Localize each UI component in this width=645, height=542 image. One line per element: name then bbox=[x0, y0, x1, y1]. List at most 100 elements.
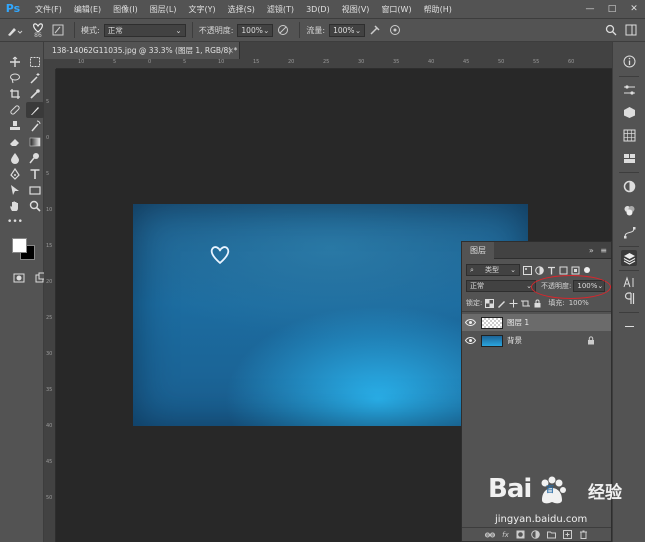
menu-layer[interactable]: 图层(L) bbox=[144, 4, 183, 15]
lock-position-button[interactable] bbox=[508, 298, 518, 308]
lock-transparency-button[interactable] bbox=[484, 298, 494, 308]
vertical-ruler: 5 0 5 10 15 20 25 30 35 40 45 50 bbox=[44, 69, 56, 542]
pressure-opacity-toggle[interactable] bbox=[276, 23, 290, 37]
panel-menu-button[interactable]: ≡ bbox=[600, 246, 607, 255]
mode-select[interactable]: 正常 ⌄ bbox=[103, 23, 186, 37]
filter-smart-object-button[interactable] bbox=[570, 265, 580, 275]
menu-file[interactable]: 文件(F) bbox=[29, 4, 68, 15]
filter-shape-button[interactable] bbox=[558, 265, 568, 275]
layer-name[interactable]: 背景 bbox=[507, 335, 522, 346]
styles-panel-button[interactable] bbox=[621, 202, 637, 218]
eraser-tool[interactable] bbox=[6, 134, 24, 150]
layer-row-background[interactable]: 背景 bbox=[462, 332, 611, 349]
close-button[interactable]: ✕ bbox=[623, 0, 645, 18]
maximize-button[interactable]: □ bbox=[601, 0, 623, 18]
blur-tool[interactable] bbox=[6, 150, 24, 166]
filter-pixel-button[interactable] bbox=[522, 265, 532, 275]
dodge-tool[interactable] bbox=[26, 150, 44, 166]
menu-type[interactable]: 文字(Y) bbox=[182, 4, 221, 15]
close-tab-button[interactable]: × bbox=[227, 42, 234, 59]
fill-value[interactable]: 100% bbox=[569, 299, 589, 307]
visibility-toggle[interactable] bbox=[462, 337, 478, 344]
brush-panel-toggle[interactable] bbox=[51, 23, 65, 37]
flow-value: 100% bbox=[333, 25, 355, 35]
visibility-toggle[interactable] bbox=[462, 319, 478, 326]
paragraph-panel-button[interactable] bbox=[621, 290, 637, 306]
airbrush-toggle[interactable] bbox=[368, 23, 382, 37]
filter-type-button[interactable] bbox=[546, 265, 556, 275]
history-brush-tool[interactable] bbox=[26, 118, 44, 134]
quick-selection-tool[interactable] bbox=[26, 70, 44, 86]
menu-select[interactable]: 选择(S) bbox=[222, 4, 261, 15]
blend-mode-select[interactable]: 正常 ⌄ bbox=[466, 280, 536, 292]
adjustments-panel-button[interactable] bbox=[621, 82, 637, 98]
gradient-tool[interactable] bbox=[26, 134, 44, 150]
menu-edit[interactable]: 编辑(E) bbox=[68, 4, 107, 15]
info-icon bbox=[623, 55, 635, 67]
eyedropper-icon bbox=[30, 89, 40, 99]
filter-toggle-button[interactable] bbox=[582, 265, 592, 275]
ruler-v-tick: 50 bbox=[46, 495, 53, 501]
crop-tool[interactable] bbox=[6, 86, 24, 102]
edit-toolbar-button[interactable]: ••• bbox=[6, 214, 24, 230]
menu-image[interactable]: 图像(I) bbox=[107, 4, 144, 15]
ruler-h-tick: 60 bbox=[568, 59, 575, 65]
brush-heart-icon bbox=[33, 22, 43, 33]
layer-row-layer1[interactable]: 图层 1 bbox=[462, 314, 611, 331]
zoom-tool[interactable] bbox=[26, 198, 44, 214]
menu-window[interactable]: 窗口(W) bbox=[375, 4, 417, 15]
quick-mask-button[interactable] bbox=[10, 270, 28, 286]
smart-object-icon bbox=[571, 266, 579, 274]
dock-bottom-button[interactable] bbox=[621, 318, 637, 334]
brush-tool[interactable] bbox=[26, 102, 44, 118]
flow-input[interactable]: 100% ⌄ bbox=[329, 23, 366, 37]
swatches-panel-button[interactable] bbox=[621, 127, 637, 143]
pen-tool[interactable] bbox=[6, 166, 24, 182]
libraries-panel-button[interactable] bbox=[621, 150, 637, 166]
document-tab[interactable]: 138-14062G11035.jpg @ 33.3% (图层 1, RGB/8… bbox=[44, 42, 240, 59]
menu-help[interactable]: 帮助(H) bbox=[418, 4, 458, 15]
move-tool[interactable] bbox=[6, 54, 24, 70]
marquee-tool[interactable] bbox=[26, 54, 44, 70]
type-tool[interactable] bbox=[26, 166, 44, 182]
lasso-tool[interactable] bbox=[6, 70, 24, 86]
foreground-color-swatch[interactable] bbox=[12, 238, 27, 253]
character-panel-button[interactable] bbox=[621, 274, 637, 290]
layer-filter-select[interactable]: ⌕ 类型 ⌄ bbox=[466, 264, 520, 276]
lock-all-button[interactable] bbox=[532, 298, 542, 308]
tool-preset-picker[interactable] bbox=[0, 20, 28, 40]
path-selection-tool[interactable] bbox=[6, 182, 24, 198]
arrow-pointer-icon bbox=[11, 185, 19, 195]
sliders-icon bbox=[623, 84, 635, 95]
color-panel-button[interactable] bbox=[621, 178, 637, 194]
search-button[interactable] bbox=[604, 23, 618, 37]
healing-tool[interactable] bbox=[6, 102, 24, 118]
menu-filter[interactable]: 滤镜(T) bbox=[261, 4, 300, 15]
brush-preset-picker[interactable]: 86 bbox=[28, 22, 48, 39]
ruler-h-tick: 0 bbox=[148, 59, 152, 65]
info-panel-button[interactable] bbox=[621, 53, 637, 69]
gradient-icon bbox=[29, 137, 41, 147]
more-icon: ••• bbox=[7, 217, 23, 227]
menu-3d[interactable]: 3D(D) bbox=[300, 5, 336, 14]
lock-pixels-button[interactable] bbox=[496, 298, 506, 308]
rectangle-tool[interactable] bbox=[26, 182, 44, 198]
layer-name[interactable]: 图层 1 bbox=[507, 317, 529, 328]
workspace-button[interactable] bbox=[624, 23, 638, 37]
opacity-input[interactable]: 100% ⌄ bbox=[237, 23, 274, 37]
clone-stamp-tool[interactable] bbox=[6, 118, 24, 134]
lock-artboard-button[interactable] bbox=[520, 298, 530, 308]
paths-panel-button[interactable] bbox=[621, 224, 637, 240]
filter-adjustment-button[interactable] bbox=[534, 265, 544, 275]
hand-tool[interactable] bbox=[6, 198, 24, 214]
layers-panel-button[interactable] bbox=[621, 250, 637, 266]
color-swatches[interactable] bbox=[10, 236, 40, 264]
minimize-button[interactable]: — bbox=[579, 0, 601, 18]
wand-icon bbox=[30, 73, 40, 84]
layers-tab[interactable]: 图层 bbox=[462, 242, 494, 259]
pressure-size-toggle[interactable] bbox=[388, 23, 402, 37]
3d-panel-button[interactable] bbox=[621, 104, 637, 120]
eyedropper-tool[interactable] bbox=[26, 86, 44, 102]
menu-view[interactable]: 视图(V) bbox=[336, 4, 376, 15]
collapse-button[interactable]: » bbox=[589, 246, 594, 255]
